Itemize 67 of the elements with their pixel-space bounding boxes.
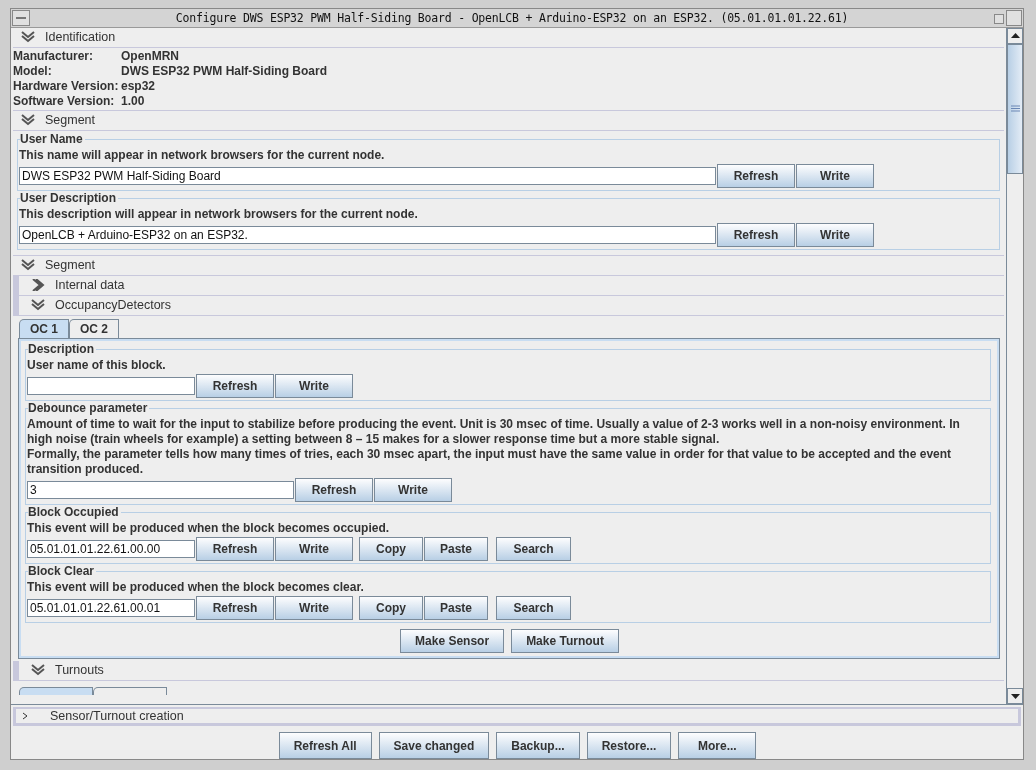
action-button[interactable]: Copy [359, 536, 423, 561]
text-field[interactable]: DWS ESP32 PWM Half-Siding Board [19, 166, 716, 185]
field-label: Software Version: [13, 93, 116, 109]
action-button[interactable]: Make Turnout [511, 628, 619, 653]
section-header[interactable]: Segment [13, 110, 1004, 131]
tab[interactable] [93, 686, 167, 695]
field-value: esp32 [121, 78, 157, 94]
description-text: User name of this block. [27, 357, 167, 373]
field-label: Hardware Version: [13, 78, 120, 94]
description-text: This description will appear in network browsers for the current node. [19, 206, 419, 222]
action-button[interactable]: Copy [359, 595, 423, 620]
action-button[interactable]: Backup... [496, 732, 580, 759]
tab[interactable]: OC 1 [19, 318, 69, 338]
down-arrow-icon [1010, 693, 1020, 699]
action-button[interactable]: Write [374, 477, 452, 502]
minimize-button[interactable] [994, 13, 1004, 24]
window-menu-button[interactable] [12, 9, 30, 26]
dash-icon [16, 15, 26, 20]
action-button[interactable]: Refresh [717, 163, 795, 188]
action-button[interactable]: Refresh [196, 536, 274, 561]
action-button[interactable]: Restore... [586, 732, 672, 759]
action-button[interactable]: Save changed [378, 732, 490, 759]
scrollbar[interactable] [1006, 27, 1023, 704]
scroll-down-button[interactable] [1007, 688, 1023, 704]
description-text: This name will appear in network browsers for the current node. [19, 147, 386, 163]
action-button[interactable]: Search [496, 536, 571, 561]
action-button[interactable]: Refresh [717, 222, 795, 247]
action-button[interactable]: Refresh [295, 477, 373, 502]
text-field[interactable]: 3 [27, 480, 294, 499]
description-text: This event will be produced when the block becomes occupied. [27, 520, 391, 536]
action-button[interactable]: Refresh All [278, 732, 372, 759]
action-button[interactable]: Refresh [196, 595, 274, 620]
description-text: Formally, the parameter tells how many times of tries, each 30 msec apart, the input must have the same value in order for that value to be accepted and the event transition produced. [27, 446, 953, 477]
action-button[interactable]: Paste [424, 536, 488, 561]
text-field[interactable]: 05.01.01.01.22.61.00.01 [27, 598, 195, 617]
description-text: Amount of time to wait for the input to stabilize before producing the event. Unit is 30 msec of time. Usually a value of 2-3 works well in a non-noisy environment. In high noise (train wheels for example) a setting between 8 – 15 makes for a slower response time but a more stable signal. [27, 416, 961, 447]
action-button[interactable]: Write [275, 373, 353, 398]
description-text: This event will be produced when the block becomes clear. [27, 579, 365, 595]
up-arrow-icon [1010, 33, 1020, 39]
action-button[interactable]: Paste [424, 595, 488, 620]
field-label: Model: [13, 63, 53, 79]
tab[interactable] [19, 686, 93, 695]
action-button[interactable]: Make Sensor [400, 628, 505, 653]
action-button[interactable]: Write [275, 536, 353, 561]
field-value: 1.00 [121, 93, 146, 109]
window-title: Configure DWS ESP32 PWM Half-Siding Board - OpenLCB + Arduino-ESP32 on an ESP32. (05.01.01.01.22.61) [174, 10, 850, 25]
field-label: Manufacturer: [13, 48, 94, 64]
section-header[interactable]: Turnouts [13, 660, 1004, 681]
text-field[interactable] [27, 376, 195, 395]
field-value: DWS ESP32 PWM Half-Siding Board [121, 63, 328, 79]
action-button[interactable]: Write [796, 222, 874, 247]
tab[interactable]: OC 2 [69, 318, 120, 338]
section-header[interactable]: Identification [13, 27, 1004, 48]
action-button[interactable]: Write [796, 163, 874, 188]
action-button[interactable]: Search [496, 595, 571, 620]
group-title: Description [28, 341, 96, 357]
section-header[interactable]: Sensor/Turnout creation [13, 707, 1021, 726]
action-button[interactable]: Refresh [196, 373, 274, 398]
grip-icon [1010, 105, 1020, 113]
action-button[interactable]: Write [275, 595, 353, 620]
section-header[interactable]: Internal data [13, 275, 1004, 296]
scroll-thumb[interactable] [1007, 43, 1023, 174]
action-button[interactable]: More... [678, 732, 757, 759]
field-value: OpenMRN [121, 48, 180, 64]
text-field[interactable]: OpenLCB + Arduino-ESP32 on an ESP32. [19, 225, 716, 244]
text-field[interactable]: 05.01.01.01.22.61.00.00 [27, 539, 195, 558]
section-header[interactable]: Segment [13, 255, 1004, 276]
